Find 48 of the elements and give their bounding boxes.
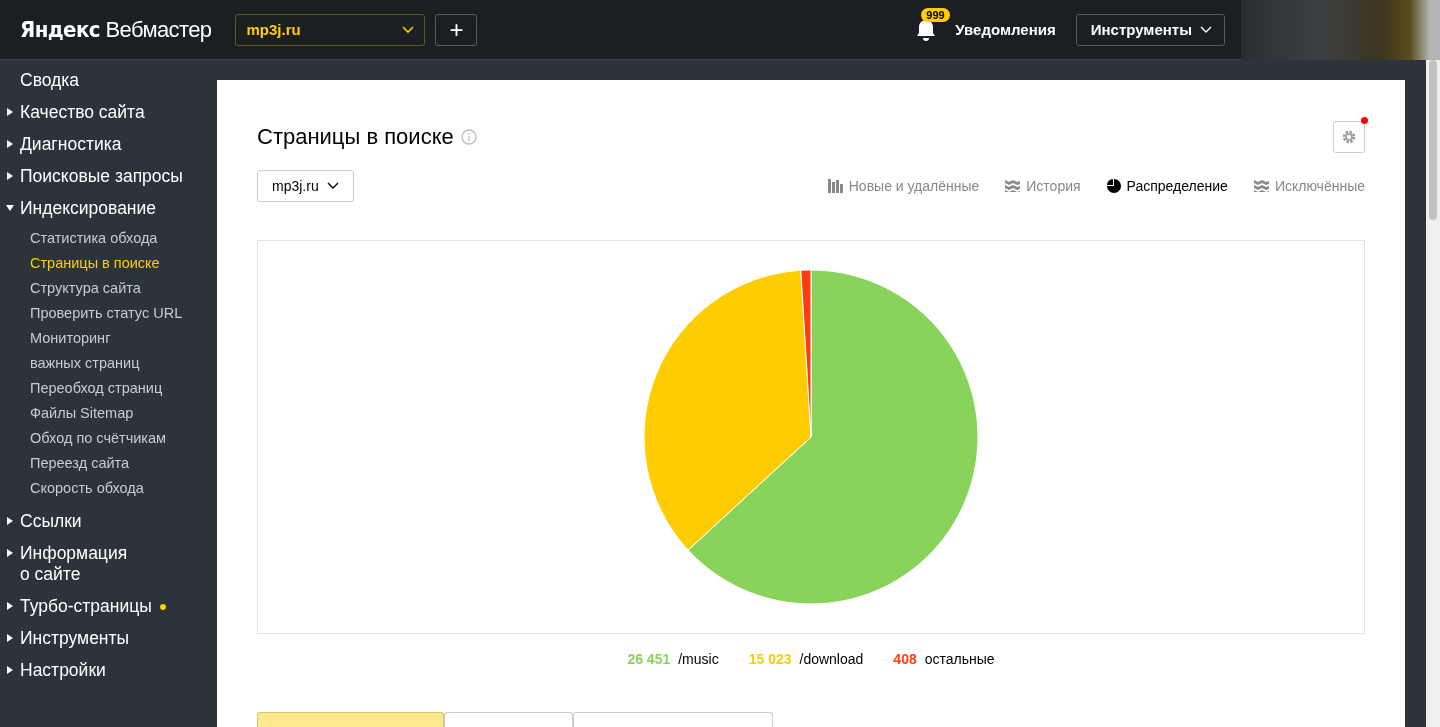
sidebar-item[interactable]: Сводка xyxy=(0,70,217,102)
sidebar-subitem[interactable]: Переобход страниц xyxy=(0,376,217,401)
legend-label: /music xyxy=(678,651,719,667)
add-site-button[interactable]: + xyxy=(435,13,478,46)
chevron-icon xyxy=(326,182,339,190)
page-title: Страницы в поиске xyxy=(257,124,454,150)
sidebar-subitem[interactable]: Файлы Sitemap xyxy=(0,401,217,426)
sidebar-item[interactable]: Турбо-страницы xyxy=(0,596,217,628)
legend-value: 15 023 xyxy=(748,651,792,667)
tab[interactable] xyxy=(257,712,444,727)
sidebar-item[interactable]: Качество сайта xyxy=(0,102,217,134)
sidebar-item[interactable]: Поисковые запросы xyxy=(0,166,217,198)
info-icon[interactable] xyxy=(460,129,477,145)
sidebar-subitem[interactable]: Проверить статус URL xyxy=(0,301,217,326)
tools-menu-button[interactable]: Инструменты xyxy=(1075,13,1225,46)
view-tab[interactable]: История xyxy=(1005,178,1081,194)
sidebar-item[interactable]: Настройки xyxy=(0,660,217,692)
view-tab[interactable]: Новые и удалённые xyxy=(827,178,980,194)
legend-value: 26 451 xyxy=(627,651,671,667)
view-tab[interactable]: Исключённые xyxy=(1253,178,1365,194)
sidebar-subitem[interactable]: Обход по счётчикам xyxy=(0,426,217,451)
notification-count: 999 xyxy=(921,7,950,22)
legend-value: 408 xyxy=(893,651,917,667)
site-select[interactable]: mp3j.ru xyxy=(235,13,426,46)
chevron-icon xyxy=(1200,25,1212,34)
tab[interactable] xyxy=(444,712,573,727)
pie-chart-icon xyxy=(1106,179,1121,193)
sidebar-subitem[interactable]: Страницы в поиске xyxy=(0,251,217,276)
sidebar-subitem[interactable]: Переезд сайта xyxy=(0,451,217,476)
sidebar-item[interactable]: Диагностика xyxy=(0,134,217,166)
layers-icon xyxy=(1005,179,1021,193)
scrollbar[interactable] xyxy=(1426,60,1440,727)
legend-label: остальные xyxy=(924,651,995,667)
legend-label: /download xyxy=(799,651,864,667)
layers-icon xyxy=(1253,179,1269,193)
chevron-icon xyxy=(402,25,415,34)
tab[interactable] xyxy=(573,712,773,727)
bar-chart-icon xyxy=(827,179,843,193)
sidebar-subitem[interactable]: Структура сайта xyxy=(0,276,217,301)
host-select[interactable]: mp3j.ru xyxy=(257,170,354,202)
logo[interactable]: Яндекс Вебмастер xyxy=(20,16,212,43)
sidebar-subitem[interactable]: Скорость обхода xyxy=(0,476,217,501)
notifications-link[interactable]: Уведомления xyxy=(955,21,1056,38)
view-tab[interactable]: Распределение xyxy=(1106,178,1228,194)
sidebar-subitem[interactable]: Мониторинг важных страниц xyxy=(0,326,217,376)
sidebar-item[interactable]: Ссылки xyxy=(0,511,217,543)
sidebar-item[interactable]: Информация о сайте xyxy=(0,543,217,596)
sidebar-item[interactable]: Инструменты xyxy=(0,628,217,660)
